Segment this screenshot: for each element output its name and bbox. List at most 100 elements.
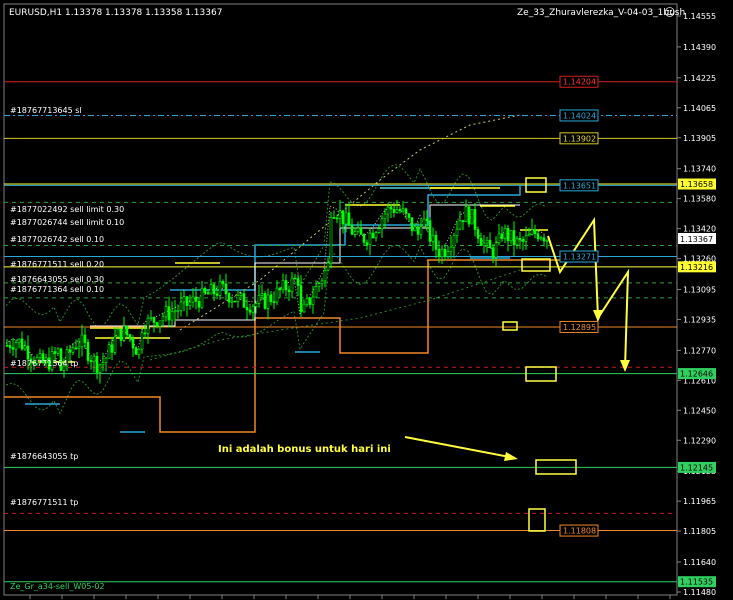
candle-body (416, 226, 420, 235)
candle-body (275, 287, 279, 303)
candle-body (389, 206, 393, 210)
candle-body (383, 213, 387, 220)
candle-body (356, 227, 360, 233)
price-tick-label: 1.11965 (683, 497, 716, 506)
price-tick-label: 1.12450 (683, 406, 716, 415)
order-label: #1876771364 sell 0.10 (10, 285, 104, 294)
price-tick-label: 1.13905 (683, 134, 716, 143)
candle-body (398, 209, 402, 212)
candle-body (74, 347, 78, 350)
candle-body (386, 206, 390, 215)
candle-body (83, 334, 87, 343)
candle-body (299, 285, 303, 313)
axis-price-tag-text: 1.13216 (680, 263, 713, 272)
candle-body (491, 247, 495, 258)
candle-body (239, 293, 243, 296)
candle-body (293, 277, 297, 280)
candle-body (458, 220, 462, 230)
candle-body (545, 240, 549, 242)
candle-body (284, 280, 288, 291)
candle-body (206, 292, 210, 295)
candle-body (38, 353, 42, 358)
candle-body (290, 277, 294, 293)
price-tick-label: 1.14065 (683, 104, 716, 113)
price-tick-label: 1.11480 (683, 588, 716, 597)
candle-body (446, 251, 450, 257)
candle-body (53, 351, 57, 354)
candle-body (365, 242, 369, 245)
candle-body (395, 209, 399, 213)
level-price-tag-text: 1.14024 (563, 111, 596, 120)
order-label: #1877022492 sell limit 0.30 (10, 205, 124, 214)
order-label: #1877026742 sell 0.10 (10, 235, 104, 244)
candle-body (92, 355, 96, 363)
candle-body (359, 227, 363, 235)
candle-body (413, 226, 417, 232)
candle-body (86, 342, 90, 361)
candle-body (305, 297, 309, 305)
candle-body (155, 322, 159, 327)
candle-body (221, 281, 225, 285)
candle-body (218, 281, 222, 296)
candle-body (236, 294, 240, 302)
candle-body (539, 237, 543, 240)
candle-body (122, 325, 126, 341)
candle-body (107, 344, 111, 359)
candle-body (350, 224, 354, 235)
candle-body (263, 293, 267, 309)
candle-body (431, 234, 435, 242)
candle-body (392, 208, 396, 213)
level-price-tag-text: 1.14204 (563, 78, 596, 87)
candle-body (77, 346, 81, 349)
order-label: #18767713645 sl (10, 106, 82, 115)
candle-body (341, 210, 345, 225)
candle-body (476, 229, 480, 239)
candle-body (287, 289, 291, 293)
candle-body (503, 227, 507, 239)
candle-body (419, 226, 423, 235)
expert-name: Ze_33_Zhuravlerezka_V-04-03_1bush (517, 8, 685, 18)
candle-body (326, 262, 330, 271)
candle-body (71, 347, 75, 353)
candle-body (56, 348, 60, 354)
candle-body (467, 206, 471, 225)
price-tick-label: 1.13740 (683, 165, 716, 174)
candle-body (494, 242, 498, 258)
price-tick-label: 1.13580 (683, 195, 716, 204)
price-chart[interactable]: 1.14555 1.14390 1.14225 1.14065 1.13905 1.137… (0, 0, 733, 600)
candle-body (281, 280, 285, 291)
candle-body (377, 228, 381, 233)
candle-body (143, 332, 147, 335)
candle-body (353, 231, 357, 235)
candle-body (254, 303, 258, 307)
candle-body (428, 220, 432, 242)
candle-body (329, 217, 333, 264)
candle-body (203, 287, 207, 294)
candle-body (227, 293, 231, 303)
price-tick-label: 1.11805 (683, 527, 716, 536)
candle-body (146, 317, 150, 334)
candle-body (497, 233, 501, 244)
candle-body (518, 237, 522, 241)
level-price-tag-text: 1.13651 (563, 181, 596, 190)
candle-body (215, 293, 219, 296)
candle-body (116, 328, 120, 338)
candle-body (368, 232, 372, 245)
candle-body (524, 235, 528, 242)
candle-body (110, 344, 114, 353)
candle-body (104, 357, 108, 363)
candle-body (266, 294, 270, 309)
candle-body (323, 270, 327, 282)
candle-body (317, 283, 321, 287)
price-tick-label: 1.14225 (683, 74, 716, 83)
candle-body (248, 309, 252, 313)
candle-body (89, 360, 93, 363)
candle-body (209, 284, 213, 295)
candle-body (479, 237, 483, 246)
price-tick-label: 1.12290 (683, 436, 716, 445)
candle-body (170, 311, 174, 321)
candle-body (113, 336, 117, 353)
candle-body (437, 249, 441, 258)
candle-body (260, 293, 264, 296)
candle-body (320, 280, 324, 284)
